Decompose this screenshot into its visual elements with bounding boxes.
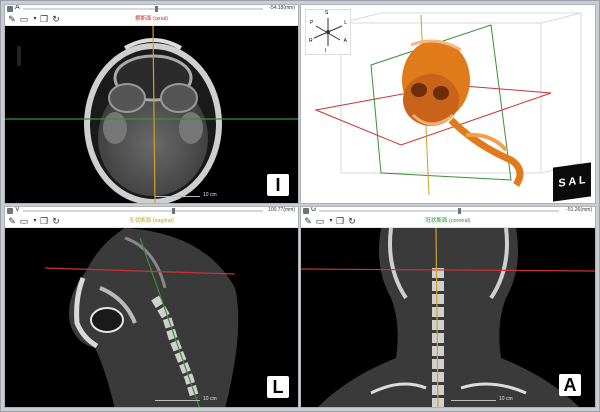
- sagittal-image[interactable]: 10 cm L: [5, 228, 298, 407]
- scale-label: 10 cm: [499, 396, 513, 402]
- pane-menu-icon[interactable]: [7, 208, 13, 214]
- orientation-marker: L: [267, 376, 289, 398]
- slice-slider-track[interactable]: [23, 210, 263, 212]
- compass-label: S: [325, 10, 329, 16]
- compass-label: R: [309, 38, 313, 44]
- volume-viewer: S P L R I A S A L: [300, 4, 596, 204]
- compass-label: I: [325, 48, 327, 54]
- slice-slider-thumb[interactable]: [155, 6, 158, 12]
- orientation-marker: I: [267, 174, 289, 196]
- slice-slider-track[interactable]: [319, 210, 559, 212]
- pane-title: 矢状断面 (sagittal): [129, 218, 174, 224]
- sagittal-viewer: V 100.77(mm) ✎ ▭ ▾ ❐ ↻ 矢状断面 (sagittal) 1…: [4, 206, 299, 408]
- axial-slice-bar: A -54.18(mm): [5, 5, 298, 13]
- axis-letter: V: [15, 206, 20, 213]
- scale-label: 10 cm: [203, 192, 217, 198]
- scale-bar: [155, 400, 200, 401]
- axis-letter: G: [311, 206, 317, 213]
- orientation-compass: S P L R I A: [305, 9, 351, 55]
- scale-label: 10 cm: [203, 396, 217, 402]
- pane-menu-icon[interactable]: [303, 208, 309, 214]
- compass-label: P: [310, 20, 314, 26]
- axial-toolbar: ✎ ▭ ▾ ❐ ↻ 横断面 (axial): [5, 13, 298, 26]
- axial-image[interactable]: 10 cm I: [5, 26, 298, 203]
- axial-slice-graphic: [5, 26, 298, 203]
- slice-position-value: 100.77(mm): [268, 207, 295, 213]
- orientation-cube[interactable]: S A L: [553, 162, 591, 202]
- coronal-slice-graphic: [301, 228, 595, 407]
- slice-position-value: -54.18(mm): [269, 5, 295, 11]
- axial-viewer: A -54.18(mm) ✎ ▭ ▾ ❐ ↻ 横断面 (axial) 10 cm…: [4, 4, 299, 204]
- sagittal-slice-bar: V 100.77(mm): [5, 207, 298, 215]
- axis-letter: A: [15, 4, 20, 11]
- slice-slider-thumb[interactable]: [171, 208, 175, 214]
- slice-position-value: -51.26(mm): [566, 207, 592, 213]
- slice-slider-track[interactable]: [23, 8, 263, 10]
- coronal-slice-bar: G -51.26(mm): [301, 207, 595, 215]
- volume-render-area[interactable]: S P L R I A S A L: [301, 5, 595, 203]
- orientation-marker: A: [559, 374, 581, 396]
- compass-label: A: [343, 38, 347, 44]
- pane-title: 冠状断面 (coronal): [425, 218, 471, 224]
- pane-menu-icon[interactable]: [7, 6, 13, 12]
- sagittal-slice-graphic: [44, 228, 239, 407]
- sagittal-toolbar: ✎ ▭ ▾ ❐ ↻ 矢状断面 (sagittal): [5, 215, 298, 228]
- coronal-toolbar: ✎ ▭ ▾ ❐ ↻ 冠状断面 (coronal): [301, 215, 595, 228]
- scale-bar: [451, 400, 496, 401]
- slice-slider-thumb[interactable]: [458, 208, 462, 214]
- scale-bar: [155, 196, 200, 197]
- compass-label: L: [344, 20, 347, 26]
- pane-title: 横断面 (axial): [134, 16, 168, 22]
- coronal-image[interactable]: 10 cm A: [301, 228, 595, 407]
- coronal-viewer: G -51.26(mm) ✎ ▭ ▾ ❐ ↻ 冠状断面 (coronal) 10…: [300, 206, 596, 408]
